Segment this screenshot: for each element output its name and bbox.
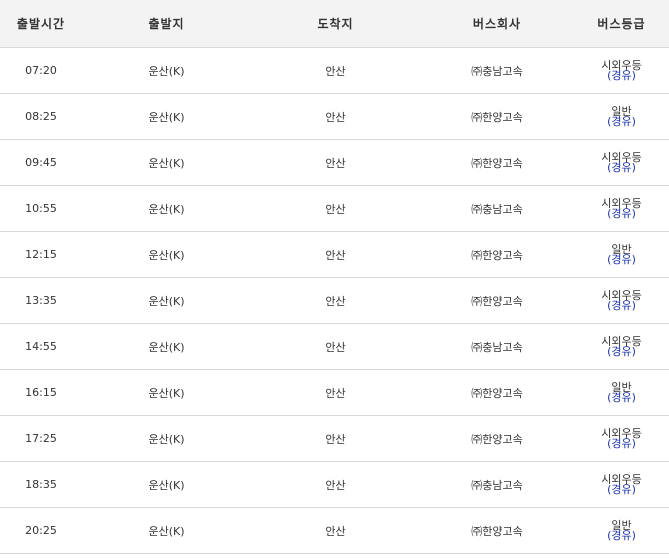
- departure-time-cell: 18:35: [0, 461, 82, 508]
- company-cell: ㈜충남고속: [420, 461, 574, 508]
- company-cell: ㈜한양고속: [420, 507, 574, 554]
- via-label: (경유): [607, 528, 636, 542]
- grade-cell: 일반 (경유): [574, 507, 669, 554]
- table-row: 17:25 운산(K) 안산 ㈜한양고속 시외우등 (경유): [0, 415, 669, 462]
- table-row: 10:55 운산(K) 안산 ㈜충남고속 시외우등 (경유): [0, 185, 669, 232]
- origin-cell: 운산(K): [82, 507, 251, 554]
- destination-cell: 안산: [251, 415, 420, 462]
- table-body: 07:20 운산(K) 안산 ㈜충남고속 시외우등 (경유) 08:25 운산(K) 안산 ㈜한양…: [0, 47, 669, 554]
- table-header: 출발시간 출발지 도착지 버스회사 버스등급: [0, 0, 669, 48]
- grade-cell: 시외우등 (경유): [574, 185, 669, 232]
- table-row: 13:35 운산(K) 안산 ㈜한양고속 시외우등 (경유): [0, 277, 669, 324]
- destination-cell: 안산: [251, 231, 420, 278]
- origin-cell: 운산(K): [82, 277, 251, 324]
- departure-time-cell: 17:25: [0, 415, 82, 462]
- via-label: (경유): [607, 114, 636, 128]
- departure-time-cell: 10:55: [0, 185, 82, 232]
- via-label: (경유): [607, 298, 636, 312]
- destination-cell: 안산: [251, 277, 420, 324]
- header-destination: 도착지: [251, 0, 420, 48]
- departure-time-cell: 07:20: [0, 47, 82, 94]
- grade-cell: 시외우등 (경유): [574, 139, 669, 186]
- origin-cell: 운산(K): [82, 185, 251, 232]
- destination-cell: 안산: [251, 507, 420, 554]
- grade-cell: 시외우등 (경유): [574, 461, 669, 508]
- departure-time-cell: 16:15: [0, 369, 82, 416]
- company-cell: ㈜충남고속: [420, 47, 574, 94]
- company-cell: ㈜한양고속: [420, 369, 574, 416]
- destination-cell: 안산: [251, 369, 420, 416]
- table-row: 12:15 운산(K) 안산 ㈜한양고속 일반 (경유): [0, 231, 669, 278]
- origin-cell: 운산(K): [82, 323, 251, 370]
- destination-cell: 안산: [251, 93, 420, 140]
- grade-cell: 일반 (경유): [574, 93, 669, 140]
- company-cell: ㈜충남고속: [420, 185, 574, 232]
- bus-schedule-table: 출발시간 출발지 도착지 버스회사 버스등급 07:20 운산(K) 안산 ㈜충남고속…: [0, 0, 669, 554]
- origin-cell: 운산(K): [82, 369, 251, 416]
- destination-cell: 안산: [251, 185, 420, 232]
- company-cell: ㈜한양고속: [420, 277, 574, 324]
- via-label: (경유): [607, 160, 636, 174]
- table-row: 08:25 운산(K) 안산 ㈜한양고속 일반 (경유): [0, 93, 669, 140]
- header-bus-company: 버스회사: [420, 0, 574, 48]
- header-origin: 출발지: [82, 0, 251, 48]
- header-bus-grade: 버스등급: [574, 0, 669, 48]
- origin-cell: 운산(K): [82, 231, 251, 278]
- via-label: (경유): [607, 252, 636, 266]
- destination-cell: 안산: [251, 139, 420, 186]
- grade-cell: 시외우등 (경유): [574, 323, 669, 370]
- company-cell: ㈜한양고속: [420, 415, 574, 462]
- via-label: (경유): [607, 390, 636, 404]
- destination-cell: 안산: [251, 461, 420, 508]
- origin-cell: 운산(K): [82, 93, 251, 140]
- via-label: (경유): [607, 482, 636, 496]
- grade-cell: 시외우등 (경유): [574, 277, 669, 324]
- grade-cell: 일반 (경유): [574, 369, 669, 416]
- table-row: 09:45 운산(K) 안산 ㈜한양고속 시외우등 (경유): [0, 139, 669, 186]
- company-cell: ㈜한양고속: [420, 93, 574, 140]
- destination-cell: 안산: [251, 323, 420, 370]
- departure-time-cell: 08:25: [0, 93, 82, 140]
- via-label: (경유): [607, 68, 636, 82]
- company-cell: ㈜한양고속: [420, 231, 574, 278]
- departure-time-cell: 20:25: [0, 507, 82, 554]
- company-cell: ㈜충남고속: [420, 323, 574, 370]
- departure-time-cell: 09:45: [0, 139, 82, 186]
- departure-time-cell: 14:55: [0, 323, 82, 370]
- table-row: 20:25 운산(K) 안산 ㈜한양고속 일반 (경유): [0, 507, 669, 554]
- origin-cell: 운산(K): [82, 415, 251, 462]
- departure-time-cell: 12:15: [0, 231, 82, 278]
- company-cell: ㈜한양고속: [420, 139, 574, 186]
- table-row: 16:15 운산(K) 안산 ㈜한양고속 일반 (경유): [0, 369, 669, 416]
- table-row: 07:20 운산(K) 안산 ㈜충남고속 시외우등 (경유): [0, 47, 669, 94]
- origin-cell: 운산(K): [82, 47, 251, 94]
- header-departure-time: 출발시간: [0, 0, 82, 48]
- origin-cell: 운산(K): [82, 461, 251, 508]
- via-label: (경유): [607, 206, 636, 220]
- departure-time-cell: 13:35: [0, 277, 82, 324]
- grade-cell: 시외우등 (경유): [574, 415, 669, 462]
- grade-cell: 일반 (경유): [574, 231, 669, 278]
- via-label: (경유): [607, 344, 636, 358]
- origin-cell: 운산(K): [82, 139, 251, 186]
- destination-cell: 안산: [251, 47, 420, 94]
- grade-cell: 시외우등 (경유): [574, 47, 669, 94]
- via-label: (경유): [607, 436, 636, 450]
- table-row: 14:55 운산(K) 안산 ㈜충남고속 시외우등 (경유): [0, 323, 669, 370]
- table-row: 18:35 운산(K) 안산 ㈜충남고속 시외우등 (경유): [0, 461, 669, 508]
